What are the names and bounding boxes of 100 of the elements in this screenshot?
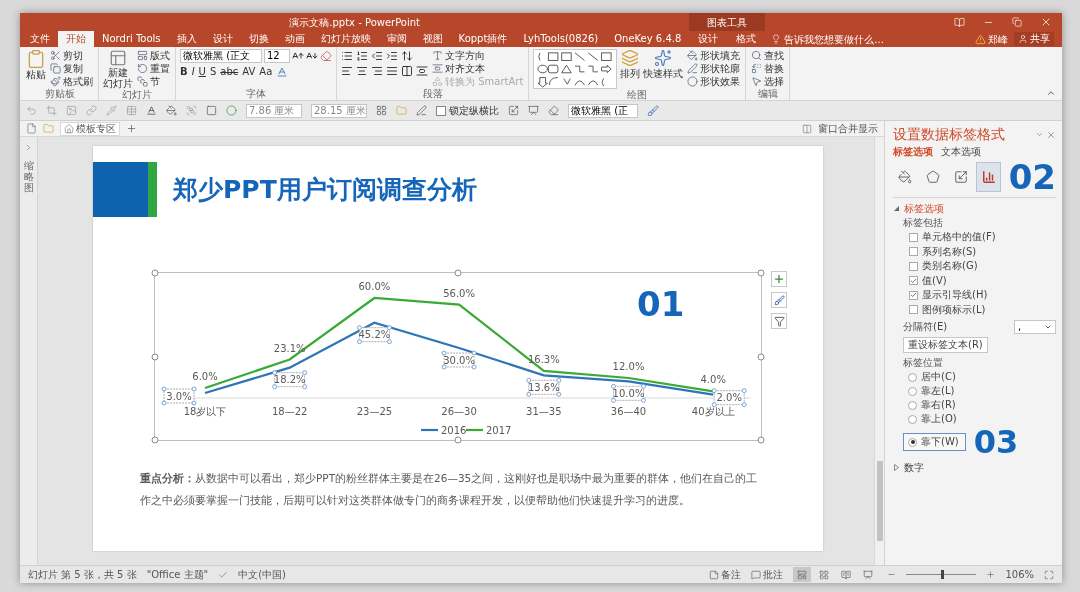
ribbon-display-icon[interactable]	[954, 16, 965, 28]
ribbon-tab[interactable]: 设计	[689, 31, 728, 47]
layout-icon[interactable]	[137, 50, 148, 61]
view-button[interactable]	[793, 567, 812, 582]
pane-options-icon[interactable]	[1035, 130, 1044, 139]
format-button[interactable]: AV	[242, 67, 256, 77]
distribute-icon[interactable]	[416, 65, 428, 77]
thumbnail-pane-label[interactable]: 缩略图	[23, 160, 34, 193]
close-icon[interactable]	[1046, 129, 1056, 140]
cut-button[interactable]: 剪切	[49, 49, 94, 62]
table-icon[interactable]	[126, 105, 137, 116]
select-button[interactable]: 选择	[750, 75, 786, 88]
eraser-icon[interactable]	[548, 105, 559, 116]
expand-icon[interactable]	[24, 143, 33, 152]
new-slide-button[interactable]: 新建 幻灯片	[103, 49, 133, 89]
decrease-indent-icon[interactable]	[371, 50, 383, 62]
ribbon-tab[interactable]: 插入	[168, 31, 205, 47]
collapse-ribbon-icon[interactable]	[1046, 88, 1056, 98]
circle-icon[interactable]	[226, 105, 237, 116]
ribbon-tab[interactable]: 幻灯片放映	[312, 31, 379, 47]
section-button[interactable]: 节	[136, 75, 171, 88]
resize-handle[interactable]	[151, 436, 159, 444]
checkbox[interactable]	[909, 261, 918, 271]
group-icon[interactable]	[186, 105, 197, 116]
merge-windows-link[interactable]: 窗口合并显示	[818, 123, 878, 134]
resize-handle[interactable]	[454, 269, 462, 277]
ribbon-tab[interactable]: OneKey 6.4.8	[606, 31, 690, 47]
font-name-field[interactable]: 微软雅黑 (正文	[180, 49, 262, 63]
layout-button[interactable]: 版式	[136, 49, 171, 62]
new-tab-icon[interactable]	[126, 123, 137, 134]
lightbulb-icon[interactable]	[771, 34, 782, 44]
pane-tab[interactable]: 标签选项	[893, 145, 933, 158]
font-color-icon[interactable]	[276, 66, 289, 78]
eyedropper-icon[interactable]	[106, 105, 117, 116]
align-center-icon[interactable]	[356, 65, 368, 77]
share-button[interactable]: 共享	[1014, 32, 1054, 46]
justify-icon[interactable]	[386, 65, 398, 77]
format-button[interactable]: S	[209, 67, 217, 77]
drawing-large-button[interactable]: 快速样式	[643, 49, 684, 79]
paint-bucket-icon[interactable]	[166, 105, 177, 116]
ribbon-tab[interactable]: Nordri Tools	[94, 31, 169, 47]
numbering-icon[interactable]	[356, 50, 368, 62]
text-direction-icon[interactable]	[432, 50, 443, 61]
font-size-field[interactable]: 12	[264, 49, 290, 63]
data-label[interactable]: 30.0%	[443, 352, 475, 368]
radio-button[interactable]	[908, 372, 917, 382]
spell-check-icon[interactable]	[218, 569, 229, 580]
checkbox[interactable]	[909, 232, 918, 242]
ribbon-tab[interactable]: 格式	[727, 31, 766, 47]
pane-icon-tab[interactable]	[976, 162, 1001, 192]
user-name[interactable]: 郑峰	[988, 31, 1008, 47]
checkbox[interactable]	[909, 247, 918, 257]
fit-slide-icon[interactable]	[1044, 569, 1054, 580]
replace-button[interactable]: 替换	[750, 62, 786, 75]
shape-gallery[interactable]	[533, 49, 618, 89]
line-spacing-icon[interactable]	[401, 50, 413, 62]
selection-handles-drawing[interactable]	[161, 325, 747, 408]
bullets-icon[interactable]	[341, 50, 353, 62]
font-color-icon[interactable]	[146, 105, 157, 116]
notes-button[interactable]: 备注	[709, 569, 742, 580]
checkbox[interactable]	[909, 305, 918, 315]
link-icon[interactable]	[86, 105, 97, 116]
ribbon-tab[interactable]: 设计	[204, 31, 241, 47]
zoom-in-icon[interactable]	[986, 570, 996, 579]
grow-font-icon[interactable]	[292, 50, 304, 62]
format-button[interactable]: B	[180, 67, 188, 77]
brush-icon[interactable]	[647, 104, 659, 117]
window-icon[interactable]	[802, 123, 812, 134]
ribbon-tab[interactable]: LyhTools(0826)	[515, 31, 607, 47]
home-icon[interactable]	[64, 123, 74, 134]
columns-icon[interactable]	[401, 65, 413, 77]
format-painter-button[interactable]: 格式刷	[49, 75, 94, 88]
undo-icon[interactable]	[26, 105, 37, 116]
font-name-field[interactable]: 微软雅黑 (正	[568, 103, 638, 118]
increase-indent-icon[interactable]	[386, 50, 398, 62]
shrink-font-icon[interactable]	[306, 50, 318, 62]
align-text-icon[interactable]	[432, 63, 443, 74]
circle-icon[interactable]	[687, 76, 699, 87]
pen-icon[interactable]	[687, 63, 699, 74]
resize-handle[interactable]	[757, 436, 765, 444]
close-icon[interactable]	[1040, 16, 1052, 28]
replace-icon[interactable]	[751, 63, 763, 74]
separator-dropdown[interactable]: ,	[1014, 319, 1056, 334]
paragraph-button[interactable]: 对齐文本	[431, 62, 525, 75]
ribbon-tab[interactable]: 动画	[276, 31, 313, 47]
warning-icon[interactable]	[975, 33, 986, 45]
format-button[interactable]: I	[191, 67, 195, 77]
shape-effects-button[interactable]: 形状效果	[686, 75, 742, 88]
data-label[interactable]: 13.6%	[527, 379, 560, 395]
size-field[interactable]: 28.15 厘米	[311, 103, 367, 118]
restore-icon[interactable]	[1012, 17, 1022, 27]
align-left-icon[interactable]	[341, 65, 353, 77]
paste-button[interactable]: 粘贴	[26, 49, 46, 80]
paint-bucket-icon[interactable]	[687, 50, 699, 61]
format-button[interactable]: abc	[220, 67, 239, 77]
pointer-icon[interactable]	[751, 76, 763, 87]
reset-icon[interactable]	[137, 63, 148, 74]
drawing-large-button[interactable]: 排列	[620, 49, 641, 79]
paintbrush-icon[interactable]	[50, 76, 61, 87]
checkbox[interactable]	[909, 276, 918, 286]
